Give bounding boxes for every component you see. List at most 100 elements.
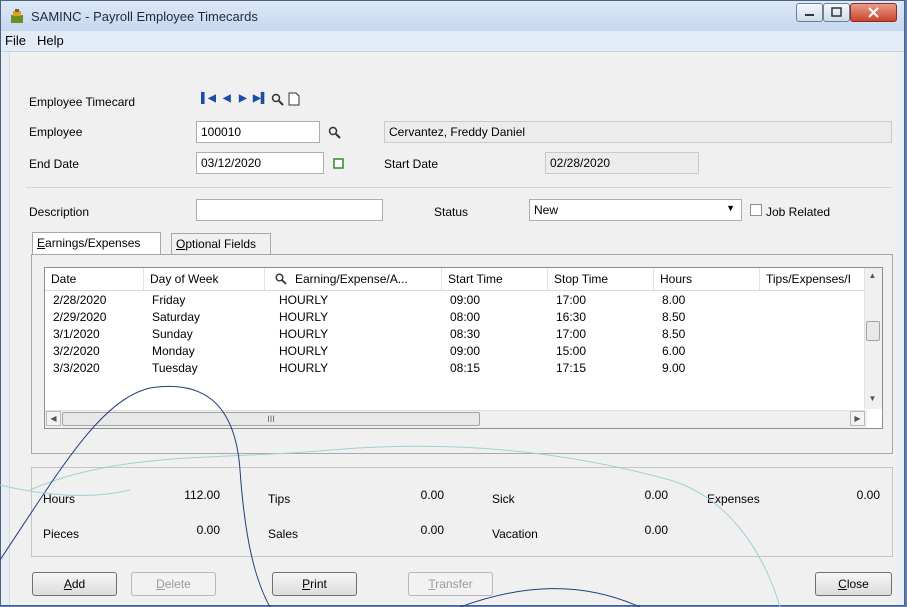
menu-file[interactable]: File (5, 33, 26, 48)
menu-help[interactable]: Help (37, 33, 64, 48)
cell-day-of-week[interactable]: Saturday (144, 309, 265, 326)
tab-earnings-expenses[interactable]: Earnings/Expenses (32, 232, 161, 255)
cell-tips-expenses[interactable] (760, 360, 871, 377)
cell-stop-time[interactable]: 17:15 (548, 360, 654, 377)
col-start-time[interactable]: Start Time (442, 268, 548, 290)
grid-vertical-scrollbar[interactable]: ▲ ▼ (864, 268, 882, 409)
cell-hours[interactable]: 8.50 (654, 326, 760, 343)
scroll-up-icon[interactable]: ▲ (865, 269, 880, 284)
cell-earning-expense[interactable]: HOURLY (265, 292, 442, 309)
col-hours[interactable]: Hours (654, 268, 760, 290)
search-icon[interactable] (271, 93, 284, 106)
transfer-label: ransfer (435, 577, 473, 591)
cell-start-time[interactable]: 09:00 (442, 292, 548, 309)
vertical-scroll-thumb[interactable] (866, 321, 880, 341)
cell-day-of-week[interactable]: Monday (144, 343, 265, 360)
grid-horizontal-scrollbar[interactable]: ◀ III ▶ (45, 410, 867, 428)
cell-tips-expenses[interactable] (760, 309, 871, 326)
scroll-right-icon[interactable]: ▶ (850, 411, 865, 426)
sick-total-label: Sick (492, 492, 515, 506)
cell-tips-expenses[interactable] (760, 326, 871, 343)
close-label: lose (846, 577, 869, 591)
col-date[interactable]: Date (45, 268, 144, 290)
earnings-tab-pane: Date Day of Week Earning/Expense/A... St… (31, 254, 893, 454)
description-label: Description (29, 205, 90, 219)
table-row[interactable]: 2/28/2020 Friday HOURLY 09:00 17:00 8.00 (45, 292, 871, 309)
new-record-icon[interactable] (288, 92, 300, 106)
end-date-field[interactable]: 03/12/2020 (196, 152, 324, 174)
cell-tips-expenses[interactable] (760, 343, 871, 360)
expenses-total-value: 0.00 (856, 488, 880, 502)
col-earning-expense[interactable]: Earning/Expense/A... (265, 268, 442, 290)
title-bar[interactable]: SAMINC - Payroll Employee Timecards (1, 1, 904, 31)
col-stop-time[interactable]: Stop Time (548, 268, 654, 290)
delete-button[interactable]: Delete (131, 572, 216, 596)
vacation-total-value: 0.00 (644, 523, 668, 537)
next-record-icon[interactable]: ▶ (239, 93, 247, 104)
previous-record-icon[interactable]: ◀ (223, 93, 231, 104)
cell-start-time[interactable]: 08:15 (442, 360, 548, 377)
cell-day-of-week[interactable]: Friday (144, 292, 265, 309)
pieces-total-value: 0.00 (196, 523, 220, 537)
cell-date[interactable]: 2/29/2020 (45, 309, 144, 326)
horizontal-scroll-thumb[interactable]: III (62, 412, 480, 426)
add-button[interactable]: Add (32, 572, 117, 596)
col-day-of-week[interactable]: Day of Week (144, 268, 265, 290)
add-mnemonic: A (63, 577, 72, 591)
cell-stop-time[interactable]: 17:00 (548, 292, 654, 309)
minimize-button[interactable] (796, 3, 823, 22)
cell-date[interactable]: 2/28/2020 (45, 292, 144, 309)
employee-number-field[interactable]: 100010 (196, 121, 320, 143)
cell-start-time[interactable]: 08:30 (442, 326, 548, 343)
tab-earnings-label: arnings/Expenses (45, 236, 141, 250)
start-date-label: Start Date (384, 157, 439, 171)
cell-stop-time[interactable]: 15:00 (548, 343, 654, 360)
cell-date[interactable]: 3/1/2020 (45, 326, 144, 343)
cell-earning-expense[interactable]: HOURLY (265, 309, 442, 326)
cell-date[interactable]: 3/3/2020 (45, 360, 144, 377)
calendar-icon[interactable] (333, 158, 344, 169)
cell-hours[interactable]: 6.00 (654, 343, 760, 360)
delete-label: elete (164, 577, 191, 591)
cell-earning-expense[interactable]: HOURLY (265, 326, 442, 343)
cell-stop-time[interactable]: 17:00 (548, 326, 654, 343)
employee-lookup-icon[interactable] (328, 126, 341, 139)
cell-day-of-week[interactable]: Sunday (144, 326, 265, 343)
column-search-icon[interactable] (275, 273, 287, 285)
close-button[interactable]: Close (815, 572, 892, 596)
transfer-button[interactable]: Transfer (408, 572, 493, 596)
status-label: Status (434, 205, 469, 219)
job-related-checkbox[interactable] (750, 204, 762, 216)
last-record-icon[interactable]: ▶▌ (253, 93, 268, 104)
cell-hours[interactable]: 8.00 (654, 292, 760, 309)
cell-day-of-week[interactable]: Tuesday (144, 360, 265, 377)
timecard-grid[interactable]: Date Day of Week Earning/Expense/A... St… (44, 267, 883, 429)
description-field[interactable] (196, 199, 383, 221)
cell-stop-time[interactable]: 16:30 (548, 309, 654, 326)
table-row[interactable]: 3/3/2020 Tuesday HOURLY 08:15 17:15 9.00 (45, 360, 871, 377)
col-earning-expense-label: Earning/Expense/A... (295, 272, 408, 286)
cell-earning-expense[interactable]: HOURLY (265, 343, 442, 360)
scroll-left-icon[interactable]: ◀ (46, 411, 61, 426)
first-record-icon[interactable]: ▌◀ (201, 93, 216, 104)
cell-start-time[interactable]: 08:00 (442, 309, 548, 326)
table-row[interactable]: 2/29/2020 Saturday HOURLY 08:00 16:30 8.50 (45, 309, 871, 326)
table-row[interactable]: 3/2/2020 Monday HOURLY 09:00 15:00 6.00 (45, 343, 871, 360)
cell-hours[interactable]: 9.00 (654, 360, 760, 377)
cell-date[interactable]: 3/2/2020 (45, 343, 144, 360)
form-body: Employee Timecard ▌◀ ◀ ▶ ▶▌ Employee 100… (9, 52, 897, 605)
maximize-button[interactable] (823, 3, 850, 22)
col-tips-expenses[interactable]: Tips/Expenses/I (760, 268, 871, 290)
cell-start-time[interactable]: 09:00 (442, 343, 548, 360)
tab-optional-fields[interactable]: Optional Fields (171, 233, 271, 254)
pieces-total-label: Pieces (43, 527, 80, 541)
table-row[interactable]: 3/1/2020 Sunday HOURLY 08:30 17:00 8.50 (45, 326, 871, 343)
close-mnemonic: C (838, 577, 847, 591)
print-button[interactable]: Print (272, 572, 357, 596)
scroll-down-icon[interactable]: ▼ (865, 392, 880, 407)
cell-hours[interactable]: 8.50 (654, 309, 760, 326)
cell-tips-expenses[interactable] (760, 292, 871, 309)
status-dropdown[interactable]: New ▼ (529, 199, 742, 221)
close-window-button[interactable] (850, 3, 897, 22)
cell-earning-expense[interactable]: HOURLY (265, 360, 442, 377)
